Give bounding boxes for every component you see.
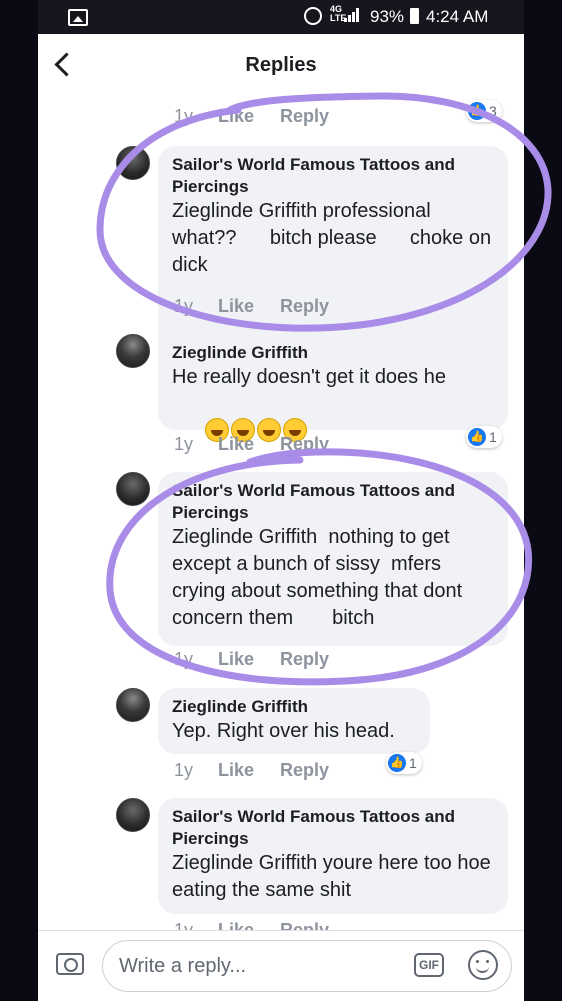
- thumbs-up-icon: 👍: [468, 102, 486, 120]
- comment-author[interactable]: Sailor's World Famous Tattoos and Pierci…: [172, 154, 494, 198]
- emoji-icon[interactable]: [468, 950, 498, 980]
- reply-link[interactable]: Reply: [280, 760, 329, 781]
- comment-actions: 1y Like Reply: [174, 649, 329, 670]
- comment-bubble: Zieglinde Griffith He really doesn't get…: [158, 334, 508, 442]
- comment-text: Yep. Right over his head.: [172, 720, 395, 742]
- comment-author[interactable]: Zieglinde Griffith: [172, 696, 416, 718]
- camera-icon[interactable]: [56, 953, 84, 975]
- comment-age: 1y: [174, 296, 194, 316]
- signal-icon: [344, 8, 360, 22]
- status-bar: 4G LTE 93% 4:24 AM: [38, 0, 524, 34]
- comment-age: 1y: [174, 434, 194, 454]
- reply-link[interactable]: Reply: [280, 649, 329, 670]
- comment-age: 1y: [174, 106, 194, 126]
- avatar[interactable]: [116, 146, 150, 180]
- comment-actions: 1y Like Reply: [174, 760, 329, 781]
- battery-icon: [410, 8, 419, 24]
- top-bar: Replies: [38, 34, 524, 96]
- reply-list[interactable]: 1y Like Reply 👍 3 Sailor's World Famous Tat…: [38, 96, 524, 930]
- thumbs-up-icon: 👍: [468, 428, 486, 446]
- comment-author[interactable]: Sailor's World Famous Tattoos and Pierci…: [172, 480, 494, 524]
- like-link[interactable]: Like: [218, 296, 280, 317]
- clock: 4:24 AM: [426, 7, 489, 26]
- gif-button[interactable]: GIF: [414, 953, 444, 977]
- avatar[interactable]: [116, 688, 150, 722]
- comment-text: He really doesn't get it does he: [172, 364, 494, 474]
- like-link[interactable]: Like: [218, 434, 280, 455]
- comment-text: Zieglinde Griffith youre here too hoe ea…: [172, 852, 513, 901]
- thumbs-up-icon: 👍: [388, 754, 406, 772]
- like-link[interactable]: Like: [218, 760, 280, 781]
- comment-author[interactable]: Zieglinde Griffith: [172, 342, 494, 364]
- like-link[interactable]: Like: [218, 106, 280, 127]
- comment-bubble: Sailor's World Famous Tattoos and Pierci…: [158, 798, 508, 914]
- reply-link[interactable]: Reply: [280, 296, 329, 317]
- reaction-count[interactable]: 👍 3: [466, 100, 502, 122]
- reaction-count[interactable]: 👍 1: [386, 752, 422, 774]
- avatar[interactable]: [116, 472, 150, 506]
- avatar[interactable]: [116, 334, 150, 368]
- avatar[interactable]: [116, 798, 150, 832]
- comment-text: Zieglinde Griffith professional what?? b…: [172, 200, 497, 276]
- comment-author[interactable]: Sailor's World Famous Tattoos and Pierci…: [172, 806, 494, 850]
- comment-age: 1y: [174, 760, 194, 780]
- reaction-count[interactable]: 👍 1: [466, 426, 502, 448]
- battery-percent: 93%: [370, 7, 405, 26]
- reply-input[interactable]: [102, 940, 512, 992]
- alarm-icon: [304, 7, 322, 25]
- partial-comment-actions: 1y Like Reply: [174, 106, 329, 127]
- reply-link[interactable]: Reply: [280, 106, 329, 127]
- comment-age: 1y: [174, 920, 194, 930]
- comment-bubble: Sailor's World Famous Tattoos and Pierci…: [158, 472, 508, 646]
- comment-actions: 1y Like Reply: [174, 296, 329, 317]
- reply-link[interactable]: Reply: [280, 434, 329, 455]
- comment-actions: 1y Like Reply: [174, 920, 329, 930]
- like-link[interactable]: Like: [218, 920, 280, 930]
- comment-bubble: Zieglinde Griffith Yep. Right over his h…: [158, 688, 430, 754]
- reply-composer: GIF: [38, 930, 524, 1001]
- like-link[interactable]: Like: [218, 649, 280, 670]
- comment-age: 1y: [174, 649, 194, 669]
- page-title: Replies: [245, 54, 317, 76]
- gallery-icon: [68, 9, 88, 26]
- comment-actions: 1y Like Reply: [174, 434, 329, 455]
- comment-text: Zieglinde Griffith nothing to get except…: [172, 526, 468, 629]
- reply-link[interactable]: Reply: [280, 920, 329, 930]
